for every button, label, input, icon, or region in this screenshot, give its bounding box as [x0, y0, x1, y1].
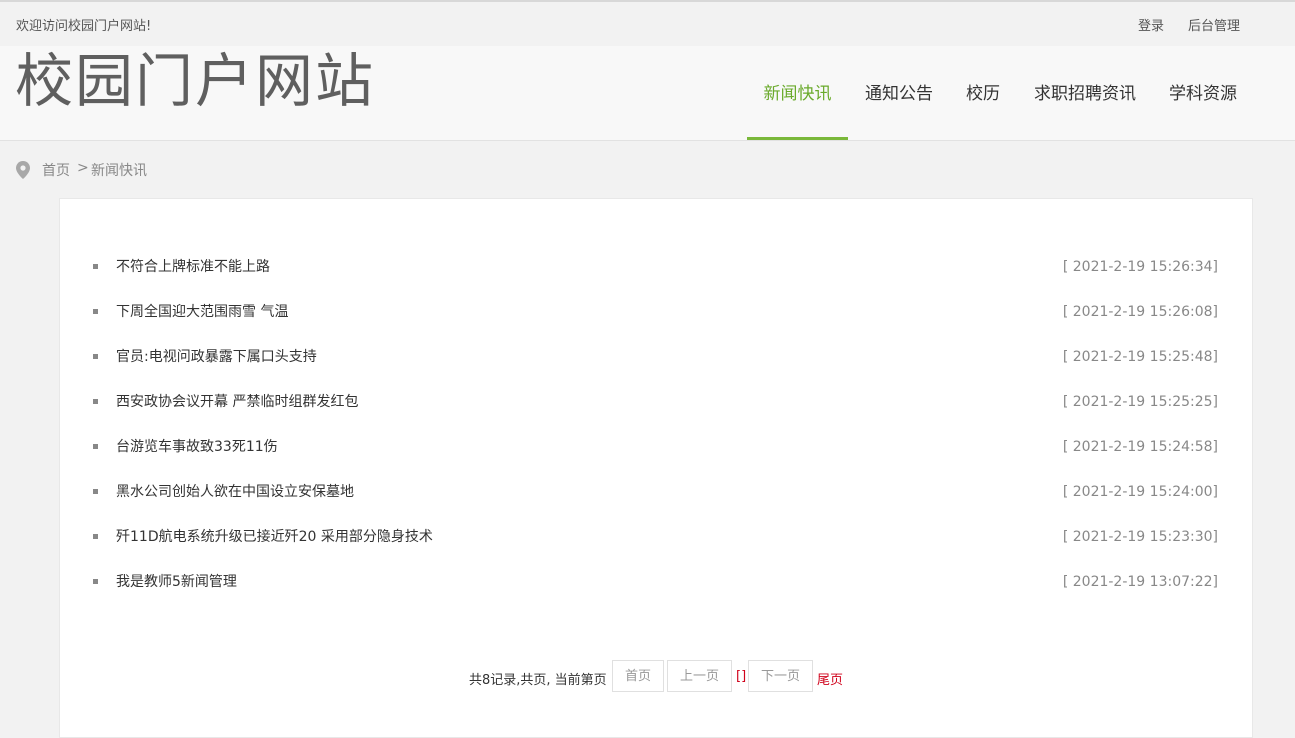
- login-link[interactable]: 登录: [1138, 15, 1164, 34]
- news-title-link[interactable]: 下周全国迎大范围雨雪 气温: [116, 301, 288, 323]
- nav-item-jobs[interactable]: 求职招聘资讯: [1026, 46, 1144, 140]
- bullet-icon: [93, 579, 98, 584]
- news-title-link[interactable]: 歼11D航电系统升级已接近歼20 采用部分隐身技术: [116, 526, 433, 548]
- bullet-icon: [93, 399, 98, 404]
- news-title-link[interactable]: 西安政协会议开幕 严禁临时组群发红包: [116, 391, 358, 413]
- news-title-link[interactable]: 台游览车事故致33死11伤: [116, 436, 278, 458]
- admin-link[interactable]: 后台管理: [1188, 15, 1240, 34]
- pagination-info: 共8记录,共页, 当前第页: [469, 673, 607, 688]
- last-page-link[interactable]: 尾页: [817, 669, 843, 688]
- news-date: [ 2021-2-19 15:25:25]: [1062, 394, 1218, 410]
- bullet-icon: [93, 309, 98, 314]
- news-date: [ 2021-2-19 15:26:08]: [1062, 304, 1218, 320]
- news-title-link[interactable]: 官员:电视问政暴露下属口头支持: [116, 346, 317, 368]
- bullet-icon: [93, 534, 98, 539]
- bullet-icon: [93, 354, 98, 359]
- list-item: 官员:电视问政暴露下属口头支持 [ 2021-2-19 15:25:48]: [60, 346, 1252, 368]
- bullet-icon: [93, 489, 98, 494]
- nav-item-news[interactable]: 新闻快讯: [747, 46, 848, 140]
- news-date: [ 2021-2-19 15:24:00]: [1062, 484, 1218, 500]
- list-item: 不符合上牌标准不能上路 [ 2021-2-19 15:26:34]: [60, 256, 1252, 278]
- top-bar: 欢迎访问校园门户网站! 登录 后台管理: [0, 0, 1295, 46]
- map-pin-icon: [16, 161, 30, 183]
- news-date: [ 2021-2-19 15:23:30]: [1062, 529, 1218, 545]
- list-item: 黑水公司创始人欲在中国设立安保墓地 [ 2021-2-19 15:24:00]: [60, 481, 1252, 503]
- list-item: 下周全国迎大范围雨雪 气温 [ 2021-2-19 15:26:08]: [60, 301, 1252, 323]
- news-panel: 不符合上牌标准不能上路 [ 2021-2-19 15:26:34] 下周全国迎大…: [59, 198, 1253, 738]
- nav-item-calendar[interactable]: 校历: [958, 46, 1008, 140]
- nav-item-notices[interactable]: 通知公告: [857, 46, 941, 140]
- welcome-text: 欢迎访问校园门户网站!: [16, 19, 152, 34]
- nav-item-resources[interactable]: 学科资源: [1161, 46, 1245, 140]
- news-date: [ 2021-2-19 15:26:34]: [1062, 259, 1218, 275]
- current-page-indicator: []: [736, 669, 747, 684]
- list-item: 我是教师5新闻管理 [ 2021-2-19 13:07:22]: [60, 571, 1252, 593]
- news-date: [ 2021-2-19 15:24:58]: [1062, 439, 1218, 455]
- prev-page-button[interactable]: 上一页: [667, 660, 732, 692]
- bullet-icon: [93, 264, 98, 269]
- news-title-link[interactable]: 黑水公司创始人欲在中国设立安保墓地: [116, 481, 354, 503]
- list-item: 台游览车事故致33死11伤 [ 2021-2-19 15:24:58]: [60, 436, 1252, 458]
- news-title-link[interactable]: 不符合上牌标准不能上路: [116, 256, 270, 278]
- next-page-button[interactable]: 下一页: [748, 660, 813, 692]
- pagination: 共8记录,共页, 当前第页 首页 上一页 [] 下一页 尾页: [60, 660, 1252, 694]
- breadcrumb-current: 新闻快讯: [91, 163, 147, 179]
- site-header: 校园门户网站 新闻快讯 通知公告 校历 求职招聘资讯 学科资源: [0, 46, 1295, 141]
- bullet-icon: [93, 444, 98, 449]
- news-title-link[interactable]: 我是教师5新闻管理: [116, 571, 237, 593]
- news-date: [ 2021-2-19 13:07:22]: [1062, 574, 1218, 590]
- list-item: 西安政协会议开幕 严禁临时组群发红包 [ 2021-2-19 15:25:25]: [60, 391, 1252, 413]
- breadcrumb-separator: >: [77, 160, 89, 176]
- site-title: 校园门户网站: [15, 47, 376, 115]
- breadcrumb-home[interactable]: 首页: [42, 160, 70, 180]
- first-page-button[interactable]: 首页: [612, 660, 664, 692]
- list-item: 歼11D航电系统升级已接近歼20 采用部分隐身技术 [ 2021-2-19 15…: [60, 526, 1252, 548]
- news-date: [ 2021-2-19 15:25:48]: [1062, 349, 1218, 365]
